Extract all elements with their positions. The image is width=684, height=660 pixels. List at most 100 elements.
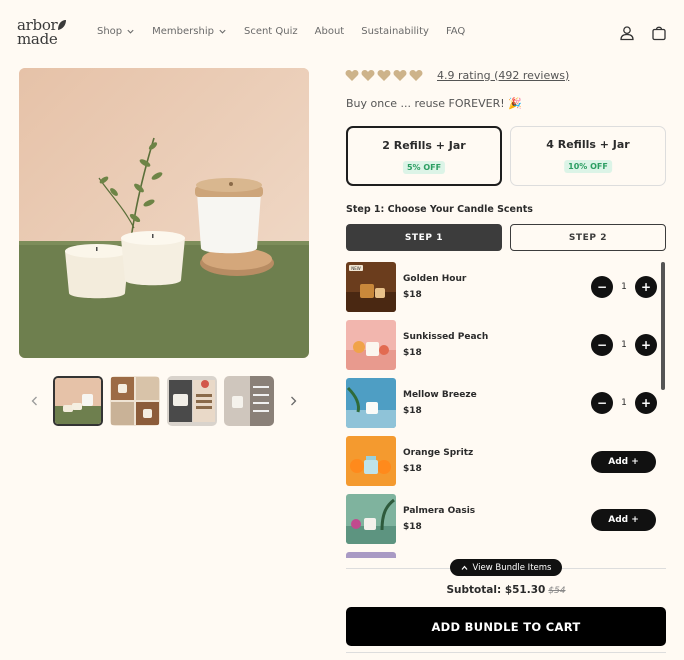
logo-line-2: made	[17, 30, 58, 48]
chevron-right-icon[interactable]	[288, 395, 298, 407]
heart-icon	[377, 69, 391, 81]
scent-image	[346, 320, 396, 370]
leaf-icon	[58, 20, 66, 30]
bundle-option-2-refills[interactable]: 2 Refills + Jar 5% OFF	[346, 126, 502, 186]
quantity-stepper: − 1 +	[591, 392, 657, 414]
bundle-option-title: 4 Refills + Jar	[546, 138, 630, 151]
discount-badge: 5% OFF	[402, 161, 446, 174]
quantity-value: 1	[621, 340, 627, 350]
nav-item-label: About	[314, 26, 345, 37]
nav-item-label: Scent Quiz	[243, 26, 298, 37]
heart-icon	[409, 69, 423, 81]
nav-item-label: Shop	[97, 26, 123, 37]
thumbnail-image	[167, 376, 217, 426]
scent-name: Palmera Oasis	[403, 506, 476, 516]
heart-icon	[361, 69, 375, 81]
scent-list[interactable]: NEW Golden Hour $18 − 1 + Sunkissed Peac…	[346, 262, 666, 558]
add-scent-button[interactable]: Add +	[591, 509, 656, 531]
scent-price: $18	[403, 406, 422, 416]
discount-badge: 10% OFF	[564, 160, 612, 173]
scent-image	[346, 378, 396, 428]
scent-thumbnail[interactable]	[346, 552, 396, 558]
thumbnail-image	[110, 376, 160, 426]
product-rating: 4.9 rating (492 reviews)	[345, 68, 569, 82]
step-2-tab[interactable]: STEP 2	[510, 224, 666, 251]
scent-thumbnail[interactable]	[346, 436, 396, 486]
chevron-left-icon[interactable]	[30, 395, 40, 407]
scent-image: NEW	[346, 262, 396, 312]
increase-quantity-button[interactable]: +	[635, 334, 657, 356]
scent-image	[346, 552, 396, 558]
scent-name: Mellow Breeze	[403, 390, 477, 400]
scent-thumbnail[interactable]	[346, 494, 396, 544]
product-tagline: Buy once ... reuse FOREVER! 🎉	[346, 97, 522, 110]
bundle-option-title: 2 Refills + Jar	[382, 139, 466, 152]
scent-name: Orange Spritz	[403, 448, 474, 458]
heart-icon	[393, 69, 407, 81]
scent-name: Golden Hour	[403, 274, 467, 284]
scent-price: $18	[403, 348, 422, 358]
main-nav: Shop Membership Scent Quiz About Sustain…	[97, 26, 482, 37]
step-1-tab[interactable]: STEP 1	[346, 224, 502, 251]
scent-thumbnail[interactable]	[346, 378, 396, 428]
nav-item-about[interactable]: About	[315, 26, 345, 37]
scent-thumbnail[interactable]: NEW	[346, 262, 396, 312]
reviews-link[interactable]: 4.9 rating (492 reviews)	[437, 69, 569, 82]
divider	[346, 652, 666, 653]
nav-item-sustainability[interactable]: Sustainability	[361, 26, 429, 37]
quantity-stepper: − 1 +	[591, 276, 657, 298]
nav-item-label: Membership	[152, 26, 214, 37]
scent-item-next	[346, 552, 658, 558]
increase-quantity-button[interactable]: +	[635, 392, 657, 414]
quantity-value: 1	[621, 282, 627, 292]
scent-list-scrollbar[interactable]	[661, 262, 665, 558]
scent-item-mellow-breeze: Mellow Breeze $18 − 1 +	[346, 378, 658, 428]
cart-icon[interactable]	[651, 25, 667, 41]
nav-item-faq[interactable]: FAQ	[446, 26, 465, 37]
thumbnail-1[interactable]	[53, 376, 103, 426]
add-scent-button[interactable]: Add +	[591, 451, 656, 473]
scent-thumbnail[interactable]	[346, 320, 396, 370]
view-bundle-label: View Bundle Items	[472, 562, 552, 573]
decrease-quantity-button[interactable]: −	[591, 276, 613, 298]
decrease-quantity-button[interactable]: −	[591, 334, 613, 356]
quantity-value: 1	[621, 398, 627, 408]
thumbnail-4[interactable]	[224, 376, 274, 426]
scent-name: Sunkissed Peach	[403, 332, 489, 342]
scent-item-golden-hour: NEW Golden Hour $18 − 1 +	[346, 262, 658, 312]
subtotal: Subtotal: $51.30 $54	[346, 584, 666, 596]
decrease-quantity-button[interactable]: −	[591, 392, 613, 414]
nav-item-label: FAQ	[445, 26, 466, 37]
thumbnail-2[interactable]	[110, 376, 160, 426]
thumbnail-3[interactable]	[167, 376, 217, 426]
thumbnail-strip	[28, 376, 300, 428]
chevron-up-icon	[461, 565, 467, 570]
bundle-option-4-refills[interactable]: 4 Refills + Jar 10% OFF	[510, 126, 666, 186]
scent-item-palmera-oasis: Palmera Oasis $18 Add +	[346, 494, 658, 544]
nav-item-membership[interactable]: Membership	[152, 26, 227, 37]
step-heading: Step 1: Choose Your Candle Scents	[346, 204, 533, 215]
increase-quantity-button[interactable]: +	[635, 276, 657, 298]
scent-price: $18	[403, 522, 422, 532]
nav-item-label: Sustainability	[361, 26, 429, 37]
scent-price: $18	[403, 464, 422, 474]
subtotal-value: Subtotal: $51.30	[446, 584, 546, 596]
scent-price: $18	[403, 290, 422, 300]
account-icon[interactable]	[619, 25, 635, 41]
view-bundle-items-button[interactable]: View Bundle Items	[450, 559, 562, 576]
scrollbar-thumb[interactable]	[661, 262, 665, 390]
arbormade-logo[interactable]: arbor made	[17, 18, 69, 48]
product-main-image[interactable]	[19, 68, 309, 358]
site-header: arbor made Shop Membership Scent Quiz Ab…	[0, 0, 684, 66]
scent-image	[346, 436, 396, 486]
new-tag: NEW	[351, 266, 361, 271]
nav-item-scent-quiz[interactable]: Scent Quiz	[244, 26, 298, 37]
original-price: $54	[548, 586, 566, 596]
quantity-stepper: − 1 +	[591, 334, 657, 356]
heart-icon	[345, 69, 359, 81]
thumbnail-image	[55, 378, 101, 424]
scent-item-sunkissed-peach: Sunkissed Peach $18 − 1 +	[346, 320, 658, 370]
nav-item-shop[interactable]: Shop	[97, 26, 135, 37]
add-bundle-to-cart-button[interactable]: ADD BUNDLE TO CART	[346, 607, 666, 646]
chevron-down-icon	[127, 29, 134, 34]
